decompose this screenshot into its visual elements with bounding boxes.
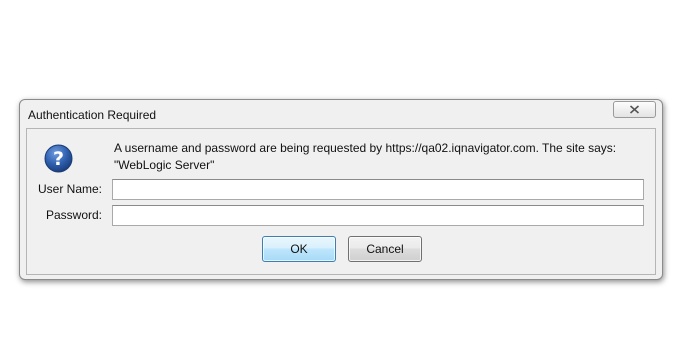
auth-message-line-1: A username and password are being reques… [114, 141, 617, 155]
password-label: Password: [45, 208, 102, 222]
cancel-button[interactable]: Cancel [348, 236, 422, 262]
authentication-dialog: Authentication Required ? A username and… [19, 99, 663, 280]
question-mark-icon: ? [44, 144, 73, 173]
close-button[interactable] [613, 101, 656, 118]
password-input[interactable] [112, 205, 644, 226]
close-icon [629, 105, 640, 114]
cancel-button-label: Cancel [366, 242, 404, 256]
username-input[interactable] [112, 179, 644, 200]
auth-message: A username and password are being reques… [114, 140, 634, 174]
username-label: User Name: [37, 182, 102, 196]
ok-button-label: OK [290, 242, 308, 256]
ok-button[interactable]: OK [262, 236, 336, 262]
dialog-content: ? A username and password are being requ… [26, 128, 656, 275]
dialog-titlebar[interactable]: Authentication Required [20, 100, 662, 128]
dialog-title: Authentication Required [28, 108, 157, 122]
auth-message-line-2: "WebLogic Server" [114, 158, 215, 172]
svg-text:?: ? [53, 148, 64, 170]
